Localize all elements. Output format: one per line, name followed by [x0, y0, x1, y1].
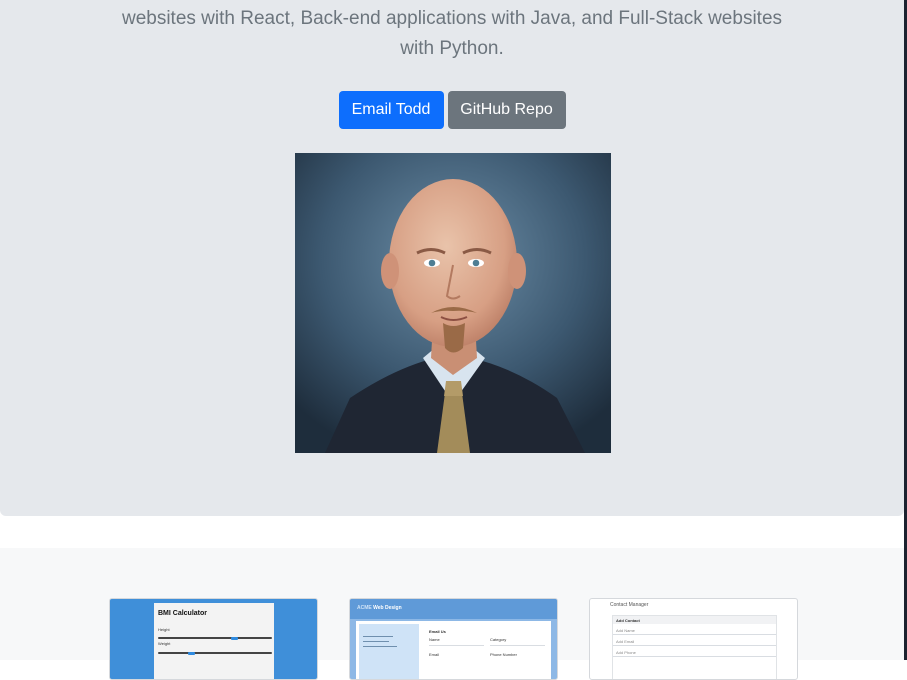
cm-title: Contact Manager — [610, 602, 649, 608]
acme-sidebar-line — [363, 636, 393, 637]
hero-lead-text: websites with React, Back-end applicatio… — [92, 0, 812, 64]
acme-brand: ACME Web Design — [357, 605, 402, 611]
cm-panel-title: Add Contact — [616, 618, 640, 623]
bmi-weight-label: Weight — [158, 641, 171, 646]
project-card-contact-manager[interactable]: Contact Manager Add Contact Add Name Add… — [589, 598, 798, 680]
acme-header: ACME Web Design — [350, 599, 557, 619]
acme-brand-rest: Web Design — [373, 605, 402, 611]
projects-section: BMI Calculator Height Weight ACME Web De… — [0, 548, 904, 680]
acme-brand-accent: ACME — [357, 605, 372, 611]
email-todd-button[interactable]: Email Todd — [338, 91, 444, 129]
project-card-acme[interactable]: ACME Web Design Email Us Name Category E… — [349, 598, 558, 680]
cm-thumbnail: Add Contact Add Name Add Email Add Phone — [612, 615, 777, 679]
acme-sidebar — [359, 624, 419, 679]
bmi-weight-slider — [158, 651, 272, 655]
acme-thumbnail: Email Us Name Category Email Phone Numbe… — [356, 621, 551, 679]
bmi-height-slider — [158, 636, 272, 640]
bmi-thumbnail: BMI Calculator Height Weight — [154, 603, 274, 679]
acme-field-phone: Phone Number — [490, 652, 517, 657]
bmi-title: BMI Calculator — [158, 610, 208, 617]
cm-field-email: Add Email — [616, 639, 635, 644]
acme-input-line — [490, 645, 545, 646]
acme-field-category: Category — [490, 637, 507, 642]
acme-field-email: Email — [429, 652, 440, 657]
cm-field-phone: Add Phone — [616, 650, 636, 655]
project-card-bmi[interactable]: BMI Calculator Height Weight — [109, 598, 318, 680]
github-repo-button[interactable]: GitHub Repo — [447, 91, 566, 129]
bmi-height-thumb — [231, 636, 238, 640]
acme-field-name: Name — [429, 637, 440, 642]
cm-input-line — [613, 645, 776, 646]
acme-sidebar-line — [363, 646, 397, 647]
hero-lead-line-2: with Python. — [400, 38, 504, 59]
cm-field-name: Add Name — [616, 628, 635, 633]
cm-panel-header: Add Contact — [613, 616, 776, 624]
portrait-photo-icon — [295, 153, 611, 453]
bmi-height-label: Height — [158, 627, 170, 632]
acme-form-title: Email Us — [429, 629, 446, 634]
cm-input-line — [613, 656, 776, 657]
hero-lead-line-1: websites with React, Back-end applicatio… — [121, 8, 783, 29]
bmi-weight-thumb — [188, 651, 195, 655]
portrait-photo — [295, 153, 611, 453]
acme-sidebar-line — [363, 641, 389, 642]
acme-input-line — [429, 645, 484, 646]
hero-section: websites with React, Back-end applicatio… — [0, 0, 904, 516]
hero-button-row: Email Todd GitHub Repo — [0, 91, 904, 129]
cm-input-line — [613, 634, 776, 635]
